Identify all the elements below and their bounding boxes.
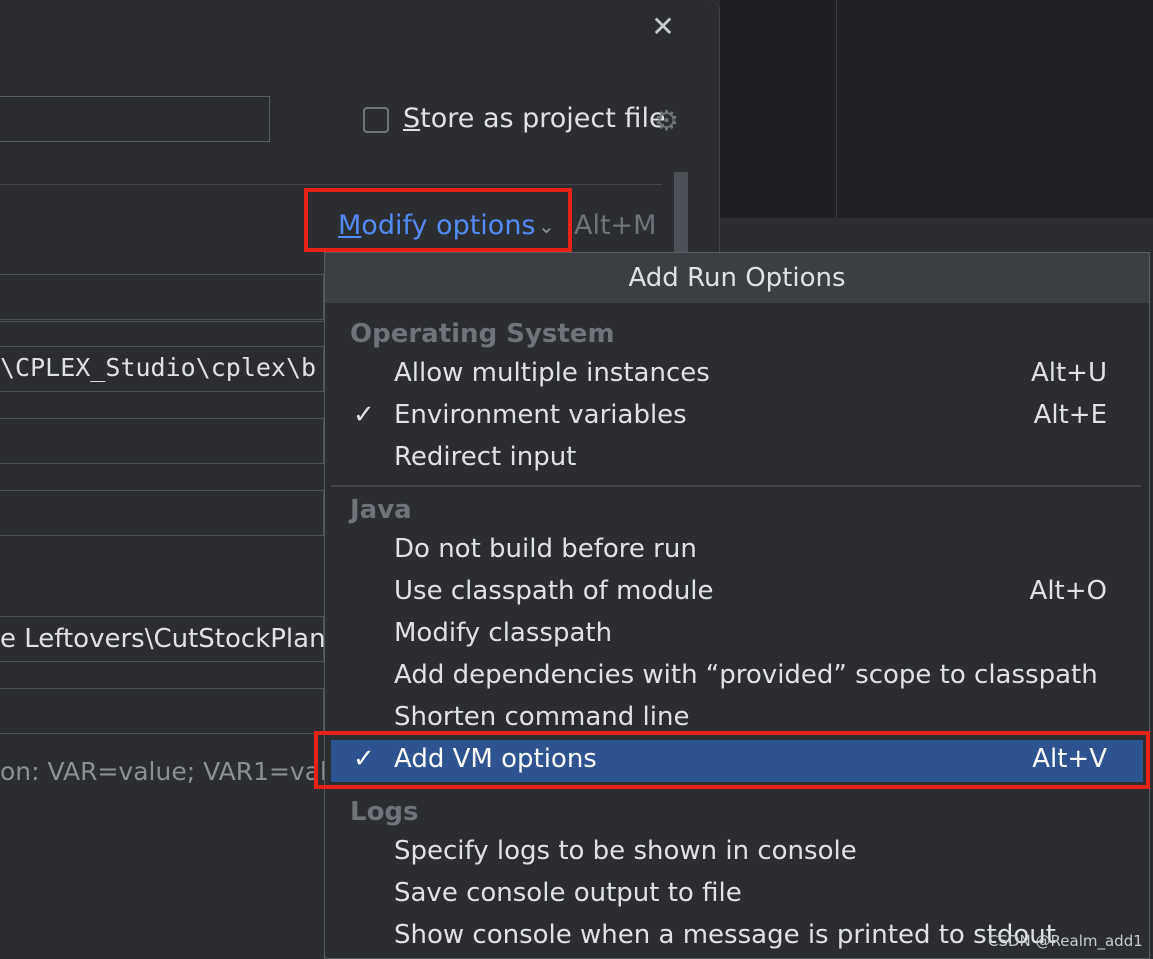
menu-item-specify-logs[interactable]: Specify logs to be shown in console	[331, 832, 1143, 874]
close-icon[interactable]: ✕	[650, 13, 676, 41]
name-input[interactable]	[0, 96, 270, 142]
menu-item-save-console-output[interactable]: Save console output to file	[331, 874, 1143, 916]
menu-item-label: Use classpath of module	[394, 576, 714, 606]
group-title-java: Java	[350, 495, 412, 525]
watermark: CSDN @Realm_add1	[988, 932, 1143, 950]
menu-item-label: Add dependencies with “provided” scope t…	[394, 660, 1098, 690]
jre-path-text: \CPLEX_Studio\cplex\b	[0, 353, 317, 382]
working-directory-text: e Leftovers\CutStockPlann	[0, 624, 324, 654]
menu-item-redirect-input[interactable]: Redirect input	[331, 438, 1143, 480]
menu-item-label: Redirect input	[394, 442, 577, 472]
vm-options-field[interactable]	[0, 418, 324, 464]
group-title-operating-system: Operating System	[350, 319, 615, 349]
menu-item-shortcut: Alt+E	[1033, 400, 1107, 430]
module-field[interactable]	[0, 274, 324, 320]
modify-options-shortcut: Alt+M	[574, 210, 657, 241]
editor-tab-area	[836, 0, 1153, 218]
field-divider	[0, 321, 324, 322]
add-run-options-popup: Add Run Options Operating System Allow m…	[324, 252, 1150, 959]
store-as-project-file-checkbox[interactable]	[363, 107, 389, 133]
menu-item-shortcut: Alt+O	[1029, 576, 1107, 606]
gear-icon[interactable]: ⚙	[654, 106, 684, 136]
highlight-box-add-vm-options	[314, 731, 1150, 789]
section-divider	[0, 184, 662, 185]
menu-item-label: Environment variables	[394, 400, 687, 430]
menu-item-label: Allow multiple instances	[394, 358, 710, 388]
menu-item-label: Save console output to file	[394, 878, 742, 908]
menu-item-label: Do not build before run	[394, 534, 697, 564]
scrollbar-thumb[interactable]	[674, 172, 688, 262]
menu-item-shortcut: Alt+U	[1030, 358, 1107, 388]
menu-item-allow-multiple-instances[interactable]: Allow multiple instances Alt+U	[331, 354, 1143, 396]
group-title-logs: Logs	[350, 797, 419, 827]
popup-title: Add Run Options	[325, 253, 1149, 303]
main-class-field[interactable]	[0, 490, 324, 536]
check-icon: ✓	[353, 400, 375, 430]
highlight-box-modify-options	[304, 188, 572, 252]
menu-item-label: Specify logs to be shown in console	[394, 836, 857, 866]
store-as-project-file-label[interactable]: Store as project file	[403, 103, 666, 134]
menu-item-modify-classpath[interactable]: Modify classpath	[331, 614, 1143, 656]
environment-variables-field[interactable]	[0, 688, 324, 734]
menu-item-label: Shorten command line	[394, 702, 690, 732]
menu-item-label: Show console when a message is printed t…	[394, 920, 1056, 950]
menu-item-environment-variables[interactable]: ✓ Environment variables Alt+E	[331, 396, 1143, 438]
environment-variables-hint: on: VAR=value; VAR1=val	[0, 757, 325, 786]
menu-item-add-dependencies-provided[interactable]: Add dependencies with “provided” scope t…	[331, 656, 1143, 698]
group-separator	[331, 485, 1141, 487]
menu-item-do-not-build-before-run[interactable]: Do not build before run	[331, 530, 1143, 572]
menu-item-label: Modify classpath	[394, 618, 613, 648]
menu-item-use-classpath-of-module[interactable]: Use classpath of module Alt+O	[331, 572, 1143, 614]
